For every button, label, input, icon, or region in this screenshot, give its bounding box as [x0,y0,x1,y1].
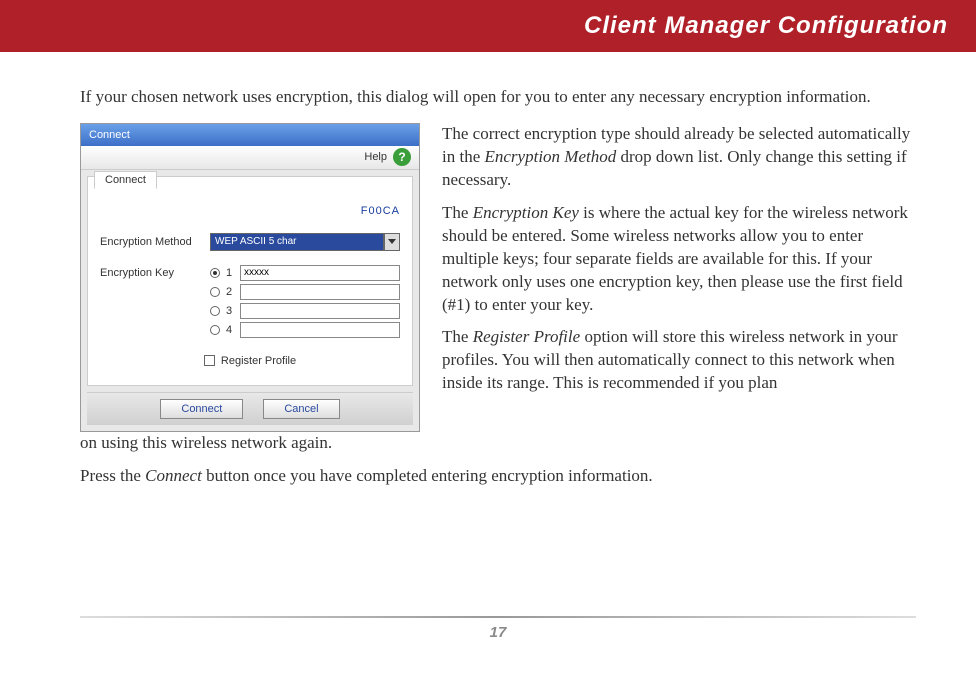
ssid-label: F00CA [100,205,400,217]
body-text-right: The correct encryption type should alrea… [442,123,916,405]
chevron-down-icon [388,239,396,244]
key-line-1: 1 [210,265,400,281]
para-1: The correct encryption type should alrea… [442,123,916,192]
key-num-2: 2 [226,286,234,298]
intro-text: If your chosen network uses encryption, … [80,86,916,109]
connect-button[interactable]: Connect [160,399,243,419]
dialog-body: Connect F00CA Encryption Method Encrypti… [87,176,413,386]
encryption-method-value[interactable] [210,233,384,251]
key-line-4: 4 [210,322,400,338]
para-3a: The Register Profile option will store t… [442,326,916,395]
key-num-4: 4 [226,324,234,336]
key-line-3: 3 [210,303,400,319]
connect-dialog: Connect Help ? Connect F00CA Encryption … [80,123,420,432]
key-num-3: 3 [226,305,234,317]
key-radio-4[interactable] [210,325,220,335]
encryption-method-dropdown[interactable] [210,233,400,251]
key-input-4[interactable] [240,322,400,338]
dialog-button-row: Connect Cancel [87,392,413,425]
key-line-2: 2 [210,284,400,300]
body-text-after: on using this wireless network again. Pr… [80,432,916,488]
key-radio-1[interactable] [210,268,220,278]
dropdown-button[interactable] [384,233,400,251]
para-3b: on using this wireless network again. [80,432,916,455]
help-icon[interactable]: ? [393,148,411,166]
dialog-titlebar: Connect [81,124,419,146]
para-4: Press the Connect button once you have c… [80,465,916,488]
encryption-keys-group: 1 2 3 [210,265,400,341]
encryption-key-label: Encryption Key [100,265,210,279]
cancel-button[interactable]: Cancel [263,399,339,419]
footer-rule [80,616,916,618]
key-num-1: 1 [226,267,234,279]
help-label[interactable]: Help [364,151,387,163]
key-input-2[interactable] [240,284,400,300]
para-2: The Encryption Key is where the actual k… [442,202,916,317]
header-bar: Client Manager Configuration [0,0,976,52]
page-number: 17 [80,624,916,641]
key-input-1[interactable] [240,265,400,281]
register-profile-checkbox[interactable] [204,355,215,366]
key-input-3[interactable] [240,303,400,319]
encryption-method-label: Encryption Method [100,236,210,248]
key-radio-2[interactable] [210,287,220,297]
key-radio-3[interactable] [210,306,220,316]
content-area: If your chosen network uses encryption, … [0,52,976,488]
dialog-title-text: Connect [89,129,130,141]
tab-connect[interactable]: Connect [94,171,157,189]
dialog-toolbar: Help ? [81,146,419,170]
page-header-title: Client Manager Configuration [584,12,948,40]
page-footer: 17 [80,616,916,641]
register-profile-label: Register Profile [221,355,296,367]
